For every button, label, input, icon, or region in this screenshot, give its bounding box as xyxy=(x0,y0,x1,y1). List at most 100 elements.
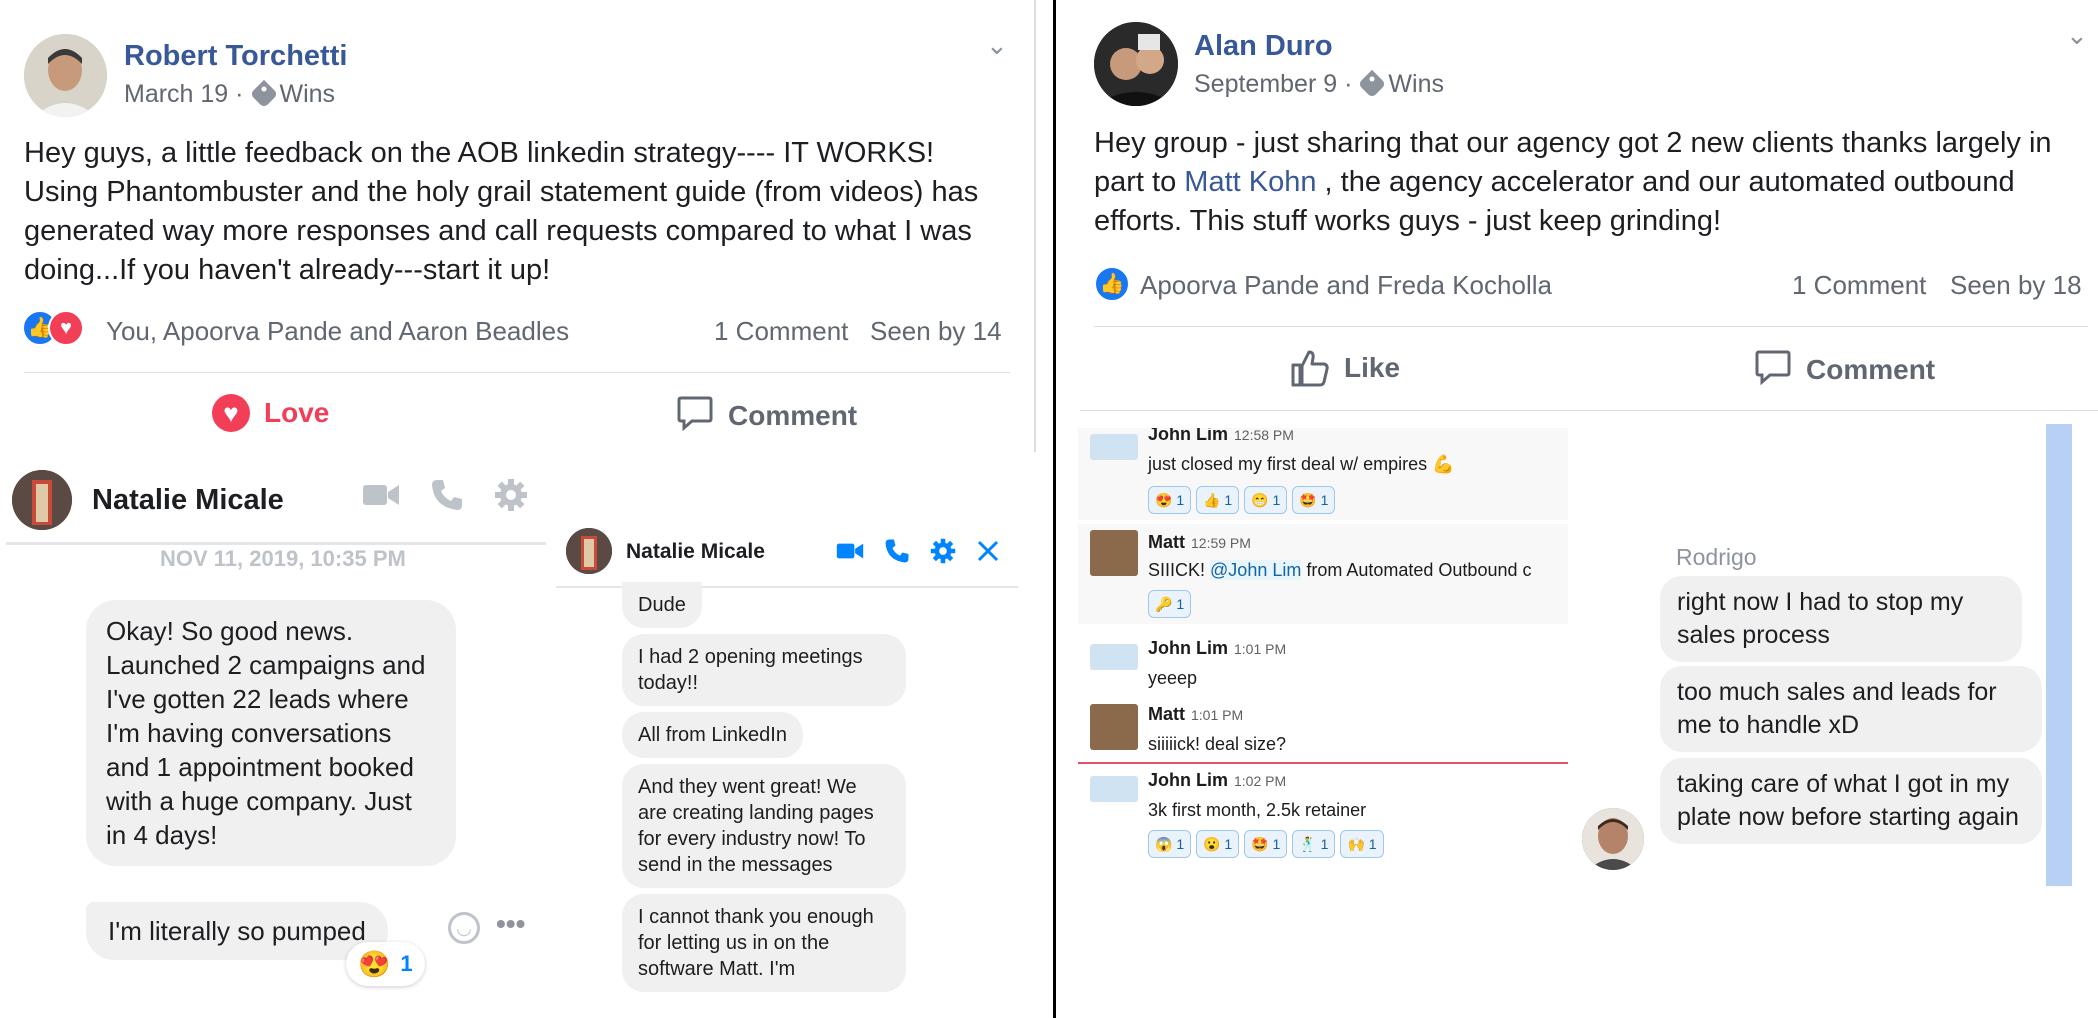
gear-icon[interactable] xyxy=(930,538,956,564)
slack-message-header: John Lim 1:01 PM xyxy=(1148,638,1286,659)
smiley-icon[interactable]: ◡ xyxy=(448,912,480,944)
message-bubble[interactable]: too much sales and leads for me to handl… xyxy=(1660,666,2042,752)
message-bubble[interactable]: All from LinkedIn xyxy=(622,712,803,758)
gear-icon[interactable] xyxy=(494,478,528,512)
post-divider xyxy=(24,372,1010,373)
avatar[interactable] xyxy=(1094,22,1178,106)
comment-label: Comment xyxy=(728,399,858,431)
post-date[interactable]: March 19 xyxy=(124,80,228,108)
reaction-count: 1 xyxy=(400,951,413,976)
reaction-chip[interactable]: 😁 1 xyxy=(1244,486,1288,514)
slack-user-name[interactable]: John Lim xyxy=(1148,428,1228,444)
close-icon[interactable] xyxy=(976,539,1000,563)
comment-button[interactable]: Comment xyxy=(676,394,857,437)
reaction-chip[interactable]: 🙌 1 xyxy=(1340,830,1384,858)
avatar[interactable] xyxy=(24,34,107,117)
slack-timestamp[interactable]: 1:01 PM xyxy=(1234,641,1286,657)
slack-reactions: 😍 1 👍 1 😁 1 🤩 1 xyxy=(1148,486,1340,514)
reaction-chip[interactable]: 😮 1 xyxy=(1196,830,1240,858)
user-mention[interactable]: @John Lim xyxy=(1210,560,1302,580)
comment-count[interactable]: 1 Comment xyxy=(1792,270,1926,301)
chat-contact-name[interactable]: Natalie Micale xyxy=(626,540,765,564)
slack-message[interactable]: Matt 1:01 PM siiiiick! deal size? xyxy=(1078,700,1568,760)
chat-timestamp: NOV 11, 2019, 10:35 PM xyxy=(160,546,406,571)
panel-divider-left xyxy=(1034,0,1036,452)
reaction-chip[interactable]: 🔑 1 xyxy=(1148,590,1192,618)
comment-button[interactable]: Comment xyxy=(1754,348,1935,391)
slack-user-name[interactable]: John Lim xyxy=(1148,770,1228,790)
message-bubble[interactable]: I cannot thank you enough for letting us… xyxy=(622,894,906,992)
phone-icon[interactable] xyxy=(884,538,910,564)
comment-icon xyxy=(676,394,714,437)
like-label: Like xyxy=(1344,352,1401,383)
message-bubble[interactable]: I'm literally so pumped xyxy=(86,902,388,960)
seen-count[interactable]: Seen by 18 xyxy=(1950,270,2082,301)
reaction-icons[interactable]: 👍 xyxy=(1094,266,1130,302)
like-button[interactable]: Like xyxy=(1290,348,1400,388)
slack-panel: John Lim 12:58 PM just closed my first de… xyxy=(1078,428,1568,868)
slack-user-name[interactable]: Matt xyxy=(1148,704,1185,724)
post-meta: September 9 · Wins xyxy=(1194,69,1444,99)
chevron-down-icon[interactable]: ⌄ xyxy=(986,30,1008,61)
reaction-chip[interactable]: 🕺 1 xyxy=(1292,830,1336,858)
chat-header-icons xyxy=(362,478,528,512)
message-bubble[interactable]: right now I had to stop my sales process xyxy=(1660,576,2022,662)
mention-link[interactable]: Matt Kohn xyxy=(1184,166,1316,198)
post-author[interactable]: Alan Duro xyxy=(1194,30,1333,63)
chat-contact-name[interactable]: Natalie Micale xyxy=(92,484,284,517)
tag-icon xyxy=(1358,69,1387,99)
slack-message[interactable]: John Lim 12:58 PM just closed my first de… xyxy=(1078,428,1568,520)
reaction-chip[interactable]: 👍 1 xyxy=(1196,486,1240,514)
reactions-summary[interactable]: You, Apoorva Pande and Aaron Beadles xyxy=(106,316,569,347)
chat-contact-name: Rodrigo xyxy=(1676,544,1757,570)
video-camera-icon[interactable] xyxy=(836,540,864,562)
group-tag[interactable]: Wins xyxy=(280,80,336,108)
reaction-chip[interactable]: 😍 1 xyxy=(1148,486,1192,514)
reaction-chip[interactable]: 🤩 1 xyxy=(1292,486,1336,514)
more-options-icon[interactable]: ••• xyxy=(496,908,525,940)
message-bubble[interactable]: I had 2 opening meetings today!! xyxy=(622,634,906,706)
slack-reactions: 🔑 1 xyxy=(1148,590,1196,618)
post-author[interactable]: Robert Torchetti xyxy=(124,40,347,73)
post-divider xyxy=(1094,326,2088,327)
chat-avatar[interactable] xyxy=(566,528,612,574)
message-reaction[interactable]: 😍 1 xyxy=(346,942,425,986)
slack-timestamp[interactable]: 12:59 PM xyxy=(1191,535,1251,551)
slack-timestamp[interactable]: 12:58 PM xyxy=(1234,428,1294,443)
post-date[interactable]: September 9 xyxy=(1194,70,1337,98)
panel-divider-center xyxy=(1053,0,1056,1018)
reactions-summary[interactable]: Apoorva Pande and Freda Kocholla xyxy=(1140,270,1552,301)
avatar xyxy=(1090,644,1138,670)
slack-timestamp[interactable]: 1:01 PM xyxy=(1191,707,1243,723)
slack-user-name[interactable]: Matt xyxy=(1148,532,1185,552)
post-meta: March 19 · Wins xyxy=(124,79,336,109)
message-bubble[interactable]: Okay! So good news. Launched 2 campaigns… xyxy=(86,600,456,866)
slack-message-text: 3k first month, 2.5k retainer xyxy=(1148,800,1367,820)
love-button[interactable]: ♥ Love xyxy=(212,394,329,432)
reaction-chip[interactable]: 😱 1 xyxy=(1148,830,1192,858)
slack-message-header: Matt 1:01 PM xyxy=(1148,704,1243,725)
slack-user-name[interactable]: John Lim xyxy=(1148,638,1228,658)
phone-icon[interactable] xyxy=(430,478,464,512)
slack-reactions: 😱 1 😮 1 🤩 1 🕺 1 🙌 1 xyxy=(1148,830,1389,858)
video-camera-icon[interactable] xyxy=(362,480,400,510)
comment-count[interactable]: 1 Comment xyxy=(714,316,848,347)
group-tag[interactable]: Wins xyxy=(1388,70,1444,98)
message-bubble[interactable]: And they went great! We are creating lan… xyxy=(622,764,906,888)
slack-message[interactable]: Matt 12:59 PM SIIICK! @John Lim from Auto… xyxy=(1078,524,1568,624)
love-reaction-icon: ♥ xyxy=(48,310,84,346)
post-body: Hey group - just sharing that our agency… xyxy=(1094,124,2084,241)
seen-count[interactable]: Seen by 14 xyxy=(870,316,1002,347)
reaction-chip[interactable]: 🤩 1 xyxy=(1244,830,1288,858)
scrollbar[interactable] xyxy=(2046,424,2072,886)
love-label: Love xyxy=(264,397,330,428)
slack-message[interactable]: John Lim 1:02 PM 3k first month, 2.5k ret… xyxy=(1078,766,1568,866)
slack-message[interactable]: John Lim 1:01 PM yeeep xyxy=(1078,634,1568,694)
message-bubble[interactable]: Dude xyxy=(622,582,702,628)
chat-avatar[interactable] xyxy=(12,470,72,530)
reaction-icons[interactable]: 👍 ♥ xyxy=(22,310,84,346)
slack-timestamp[interactable]: 1:02 PM xyxy=(1234,773,1286,789)
message-bubble[interactable]: taking care of what I got in my plate no… xyxy=(1660,758,2042,844)
avatar[interactable] xyxy=(1582,808,1644,870)
chevron-down-icon[interactable]: ⌄ xyxy=(2066,20,2088,51)
